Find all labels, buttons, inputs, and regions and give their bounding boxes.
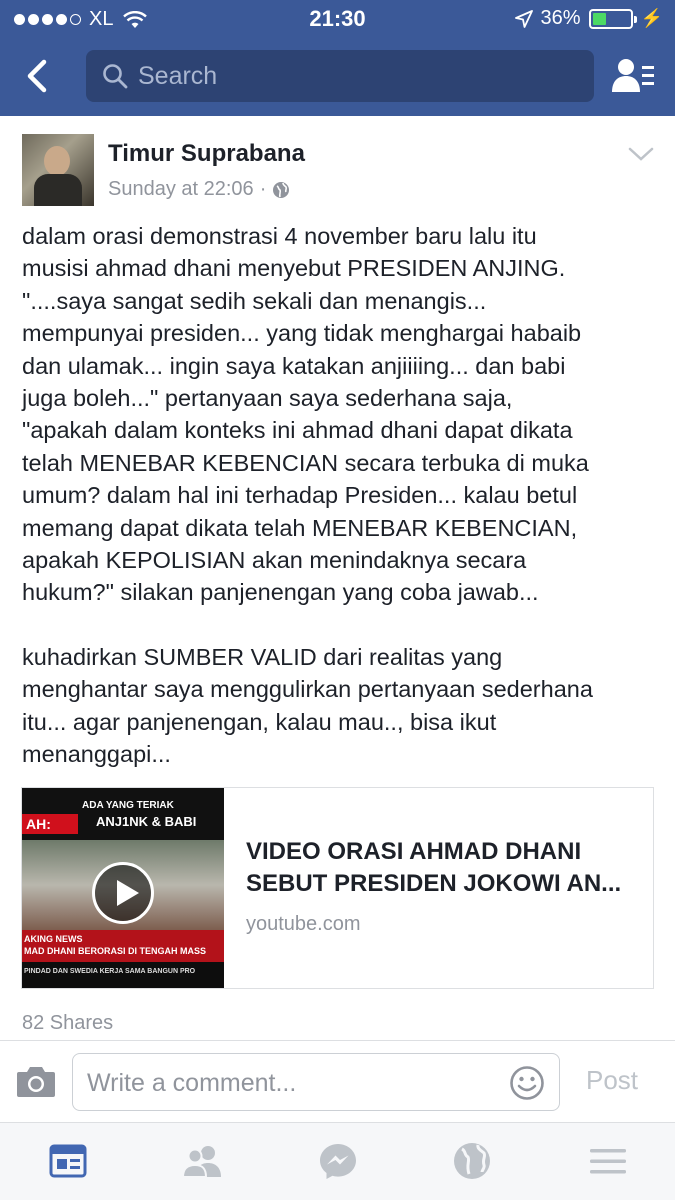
tab-bar [0,1122,675,1200]
thumbnail-breaking: AKING NEWS [24,934,83,944]
thumbnail-caption-small: ADA YANG TERIAK [82,800,174,811]
tab-news-feed-icon[interactable] [48,1141,88,1181]
post-paragraph-2: kuhadirkan SUMBER VALID dari realitas ya… [22,643,593,768]
status-bar: XL 21:30 36% ⚡ [0,0,675,38]
battery-icon [588,8,637,29]
tab-friends-icon[interactable] [182,1141,222,1181]
globe-icon [273,181,290,198]
post-comment-button[interactable]: Post [586,1065,638,1096]
thumbnail-tag: AH: [26,816,51,832]
video-thumbnail[interactable]: ADA YANG TERIAK ANJ1NK & BABI AH: AKING … [22,788,224,988]
nav-bar [0,44,675,110]
post-meta: Sunday at 22:06 · [108,178,290,201]
thumbnail-caption-big: ANJ1NK & BABI [96,814,197,829]
post-author[interactable]: Timur Suprabana [108,140,305,168]
comment-bar: Post [0,1040,675,1122]
shares-count[interactable]: 82 Shares [22,1012,113,1035]
post-body: dalam orasi demonstrasi 4 november baru … [22,220,662,771]
back-arrow-icon[interactable] [20,56,60,96]
search-icon [103,64,128,89]
meta-separator: · [259,178,267,200]
link-preview-card[interactable]: ADA YANG TERIAK ANJ1NK & BABI AH: AKING … [21,787,654,989]
tab-messenger-icon[interactable] [318,1141,358,1181]
friend-requests-icon[interactable] [611,56,655,96]
link-domain: youtube.com [246,913,361,935]
thumbnail-ticker-2: PINDAD DAN SWEDIA KERJA SAMA BANGUN PRO [24,968,196,975]
status-right: 36% ⚡ [514,7,663,30]
smiley-icon[interactable] [509,1065,545,1101]
post-header: Timur Suprabana Sunday at 22:06 · [22,134,662,208]
link-title[interactable]: VIDEO ORASI AHMAD DHANI SEBUT PRESIDEN J… [246,836,642,900]
thumbnail-ticker: MAD DHANI BERORASI DI TENGAH MASS [24,946,207,956]
charging-bolt-icon: ⚡ [640,8,663,28]
comment-input[interactable] [87,1066,497,1100]
battery-percent: 36% [540,7,581,29]
battery-level [592,12,606,25]
post-timestamp[interactable]: Sunday at 22:06 [108,178,254,201]
play-icon[interactable] [92,862,154,924]
top-bar: XL 21:30 36% ⚡ [0,0,675,116]
tab-menu-icon[interactable] [588,1141,628,1181]
chevron-down-icon[interactable] [628,144,654,164]
post-paragraph-1: dalam orasi demonstrasi 4 november baru … [22,223,589,606]
camera-icon[interactable] [16,1063,56,1099]
location-arrow-icon [514,9,533,28]
comment-field[interactable] [72,1053,560,1111]
avatar[interactable] [22,134,94,206]
search-input[interactable] [138,61,558,91]
search-bar[interactable] [86,50,594,102]
tab-globe-icon[interactable] [452,1141,492,1181]
